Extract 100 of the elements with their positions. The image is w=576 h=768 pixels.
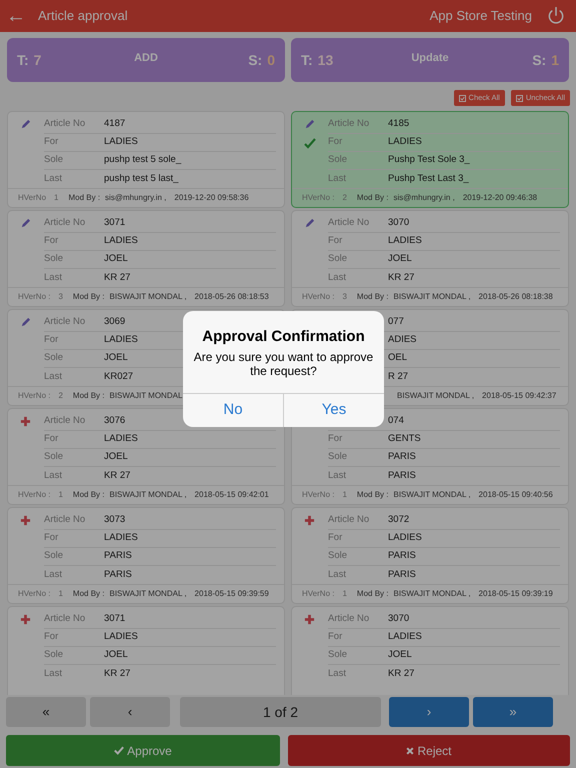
field-value: LADIES (388, 630, 422, 644)
field-label: Sole (328, 648, 348, 662)
field-value: JOEL (388, 648, 412, 662)
field-value: KR 27 (104, 468, 130, 483)
field-value: JOEL (104, 351, 128, 366)
version-value: 3 (342, 291, 347, 303)
field-label: Article No (44, 612, 86, 626)
field-value: KR 27 (104, 270, 130, 285)
version-value: 1 (58, 489, 63, 501)
field-label: For (44, 234, 60, 248)
field-value: 3072 (388, 513, 410, 528)
field-value: PARIS (388, 468, 416, 483)
field-value: PARIS (388, 450, 416, 464)
field-label: Last (328, 172, 347, 186)
field-value: KR 27 (388, 666, 414, 681)
article-card[interactable]: Article No 3072 For LADIES Sole PARIS Last PARIS HVerNo : 1 Mod By : BISWAJIT MONDAL , 2018-05-15 09:39:19 (291, 507, 569, 604)
field-label: Last (44, 468, 63, 483)
plus-icon (20, 614, 31, 625)
modified-by: BISWAJIT MONDAL , (110, 588, 187, 600)
field-label: Sole (328, 549, 348, 564)
field-label: Sole (44, 351, 64, 366)
plus-icon (304, 614, 315, 625)
article-card[interactable]: Article No 3070 For LADIES Sole JOEL Last KR 27 (291, 606, 569, 695)
article-card[interactable]: Article No 4185 For LADIES Sole Pushp Test Sole 3_ Last Pushp Test Last 3_ HVerNo : 2 Mod By : sis@mhungry.in , 2019-12-20 09:46:38 (291, 111, 569, 208)
article-card[interactable]: Article No 3073 For LADIES Sole PARIS Last PARIS HVerNo : 1 Mod By : BISWAJIT MONDAL , 2018-05-15 09:39:59 (7, 507, 285, 604)
version-label: HVerNo : (18, 489, 50, 501)
field-label: For (328, 234, 344, 248)
field-value: 3071 (104, 216, 126, 230)
page-button[interactable]: › (389, 697, 469, 727)
field-value: LADIES (104, 135, 138, 150)
field-label: For (328, 432, 344, 446)
field-value: OEL (388, 351, 408, 366)
user-name: App Store Testing (430, 7, 532, 26)
modified-label: Mod By : (356, 192, 388, 204)
plus-icon (304, 515, 315, 526)
article-card[interactable]: Article No 3071 For LADIES Sole JOEL Last KR 27 HVerNo : 3 Mod By : BISWAJIT MONDAL , 2018-05-26 08:18:53 (7, 210, 285, 307)
field-label: Sole (44, 549, 64, 564)
field-value: 3070 (388, 216, 410, 230)
field-label: Article No (44, 117, 86, 132)
modified-date: 2018-05-15 09:40:56 (478, 489, 553, 501)
version-label: HVerNo : (18, 390, 50, 402)
modified-by: BISWAJIT MONDAL , (110, 291, 187, 303)
modified-date: 2018-05-26 08:18:38 (478, 291, 553, 303)
pencil-icon (20, 317, 31, 328)
stat-label: T: (17, 50, 29, 70)
power-button[interactable] (546, 6, 566, 26)
version-value: 2 (58, 390, 63, 402)
field-label: Last (328, 568, 347, 582)
close-icon (406, 746, 414, 754)
reject-button[interactable]: Reject (288, 735, 570, 766)
field-label: For (328, 135, 344, 150)
version-value: 3 (58, 291, 63, 303)
pencil-icon (304, 119, 315, 130)
field-value: 3071 (104, 612, 126, 626)
modified-by: BISWAJIT MONDAL , (397, 390, 474, 402)
version-label: HVerNo : (18, 291, 50, 303)
modified-date: 2019-12-20 09:58:36 (174, 192, 249, 204)
field-value: 3073 (104, 513, 126, 528)
field-value: Pushp Test Sole 3_ (388, 153, 470, 168)
plus-icon (20, 515, 31, 526)
field-value: 077 (388, 315, 404, 330)
modified-by: BISWAJIT MONDAL , (394, 588, 471, 600)
modified-label: Mod By : (72, 489, 104, 501)
modified-label: Mod By : (72, 588, 104, 600)
pencil-icon (20, 218, 31, 229)
field-label: Last (328, 270, 347, 285)
field-label: Last (328, 666, 347, 681)
page-indicator: 1 of 2 (180, 697, 381, 727)
field-value: PARIS (104, 549, 132, 564)
field-value: 3069 (104, 315, 126, 330)
field-value: LADIES (388, 531, 422, 546)
field-label: For (44, 333, 60, 348)
modified-date: 2018-05-15 09:42:01 (194, 489, 269, 501)
article-card[interactable]: Article No 4187 For LADIES Sole pushp test 5 sole_ Last pushp test 5 last_ HVerNo 1 Mod By : sis@mhungry.in , 2019-12-20 09:58:36 (7, 111, 285, 208)
field-value: ADIES (388, 333, 417, 348)
field-label: Article No (328, 117, 370, 132)
version-value: 1 (54, 192, 58, 204)
page-button[interactable]: » (473, 697, 553, 727)
field-label: Sole (44, 648, 64, 662)
back-button[interactable]: ← (4, 6, 28, 26)
pencil-icon (304, 218, 315, 229)
version-label: HVerNo : (302, 588, 334, 600)
version-label: HVerNo : (18, 588, 50, 600)
plus-icon (20, 416, 31, 427)
field-label: Sole (328, 450, 348, 464)
field-label: For (44, 432, 60, 446)
version-value: 1 (58, 588, 63, 600)
field-value: GENTS (388, 432, 421, 446)
dialog-button[interactable]: Yes (283, 394, 384, 427)
field-label: Sole (44, 153, 64, 168)
modified-date: 2019-12-20 09:46:38 (462, 192, 538, 204)
field-value: JOEL (104, 648, 128, 662)
page-title: Article approval (38, 7, 128, 26)
article-card[interactable]: Article No 3071 For LADIES Sole JOEL Last KR 27 (7, 606, 285, 695)
field-label: Article No (328, 513, 370, 528)
field-value: JOEL (388, 252, 412, 266)
article-card[interactable]: Article No 3070 For LADIES Sole JOEL Last KR 27 HVerNo : 3 Mod By : BISWAJIT MONDAL , 2018-05-26 08:18:38 (291, 210, 569, 307)
modified-by: BISWAJIT MONDAL , (394, 291, 471, 303)
field-value: R 27 (388, 370, 408, 384)
field-label: Article No (328, 216, 370, 230)
